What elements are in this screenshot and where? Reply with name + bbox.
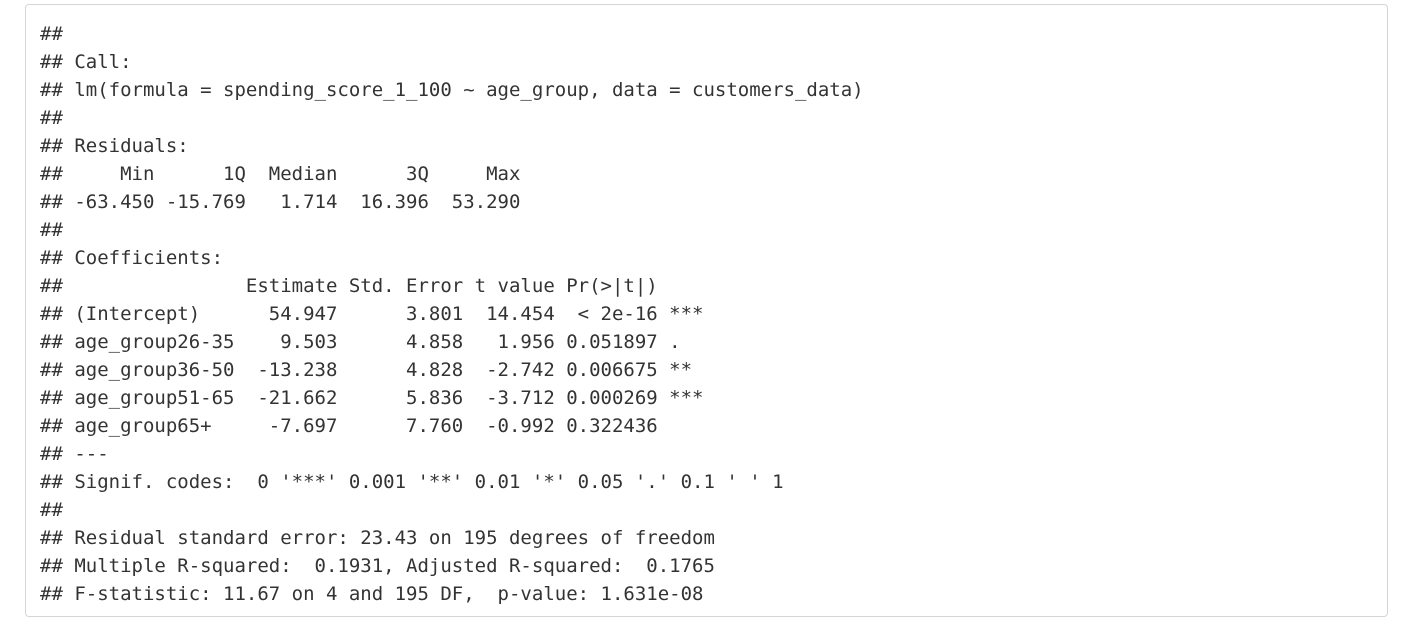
r-console-output-block: ## ## Call: ## lm(formula = spending_sco… <box>25 4 1388 617</box>
separator-line: ## --- <box>40 443 109 465</box>
coefficients-heading: ## Coefficients: <box>40 247 224 269</box>
coefficient-row-36-50: ## age_group36-50 -13.238 4.828 -2.742 0… <box>40 359 693 381</box>
coefficient-row-intercept: ## (Intercept) 54.947 3.801 14.454 < 2e-… <box>40 303 704 325</box>
blank-comment-line: ## <box>40 107 63 129</box>
r-squared-line: ## Multiple R-squared: 0.1931, Adjusted … <box>40 555 715 577</box>
coefficients-header-row: ## Estimate Std. Error t value Pr(>|t|) <box>40 275 658 297</box>
residuals-heading: ## Residuals: <box>40 135 189 157</box>
signif-codes-line: ## Signif. codes: 0 '***' 0.001 '**' 0.0… <box>40 471 784 493</box>
coefficient-row-65-plus: ## age_group65+ -7.697 7.760 -0.992 0.32… <box>40 415 658 437</box>
call-formula: ## lm(formula = spending_score_1_100 ~ a… <box>40 79 864 101</box>
residuals-values-row: ## -63.450 -15.769 1.714 16.396 53.290 <box>40 191 521 213</box>
blank-comment-line: ## <box>40 23 63 45</box>
coefficient-row-26-35: ## age_group26-35 9.503 4.858 1.956 0.05… <box>40 331 681 353</box>
call-heading: ## Call: <box>40 51 132 73</box>
residuals-header-row: ## Min 1Q Median 3Q Max <box>40 163 521 185</box>
blank-comment-line: ## <box>40 499 63 521</box>
coefficient-row-51-65: ## age_group51-65 -21.662 5.836 -3.712 0… <box>40 387 704 409</box>
blank-comment-line: ## <box>40 219 63 241</box>
f-statistic-line: ## F-statistic: 11.67 on 4 and 195 DF, p… <box>40 583 704 605</box>
residual-std-error-line: ## Residual standard error: 23.43 on 195… <box>40 527 715 549</box>
